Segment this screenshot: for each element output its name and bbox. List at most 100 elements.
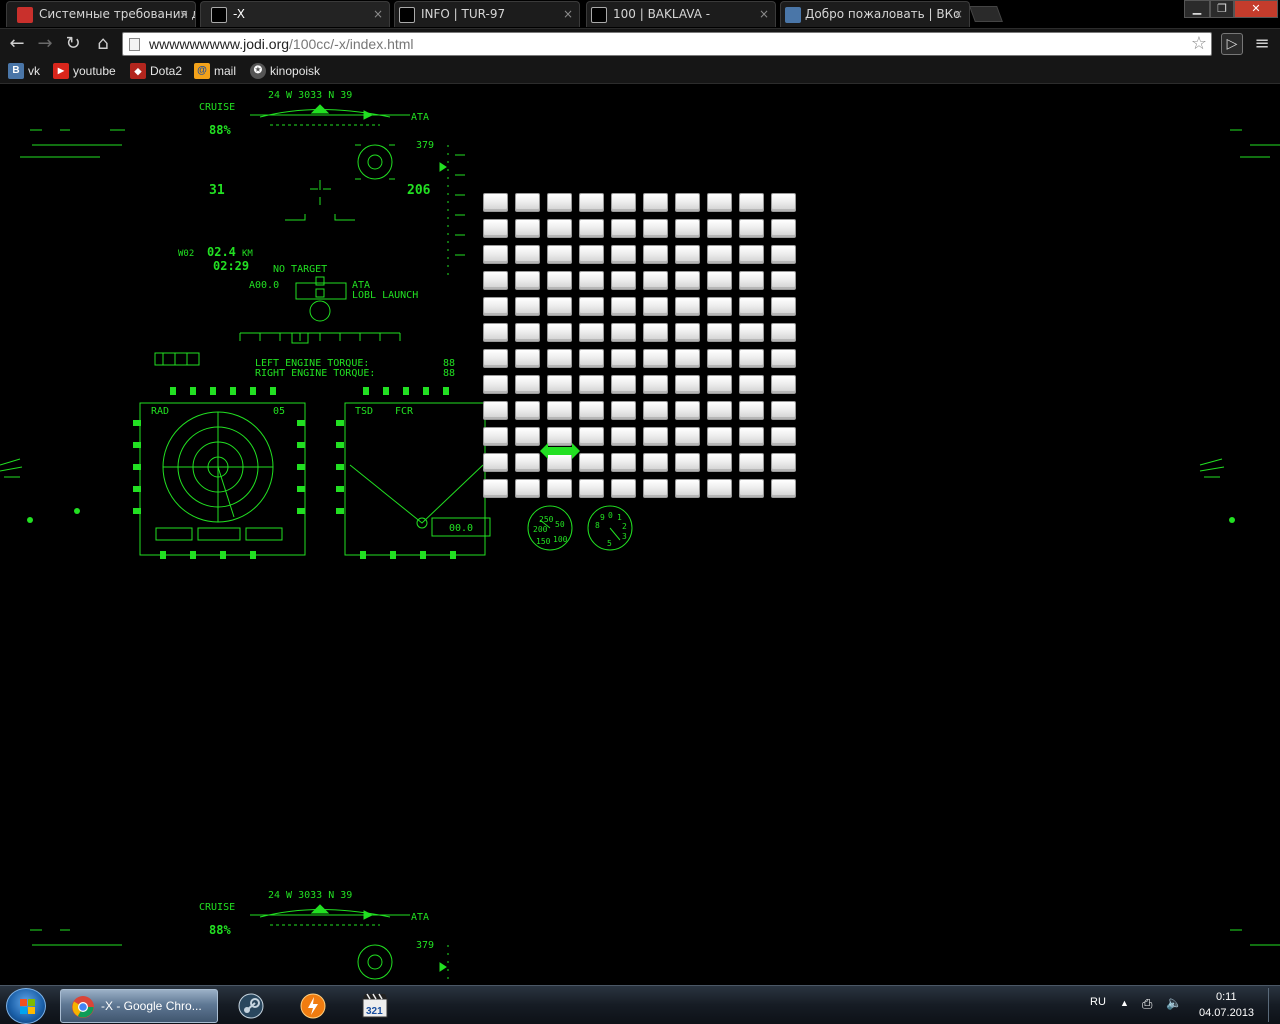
grid-button[interactable] <box>675 349 700 368</box>
grid-button[interactable] <box>707 479 732 498</box>
grid-button[interactable] <box>483 401 508 420</box>
grid-button[interactable] <box>643 219 668 238</box>
grid-button[interactable] <box>579 193 604 212</box>
show-hidden-icons-icon[interactable]: ▲ <box>1120 998 1129 1008</box>
grid-button[interactable] <box>643 453 668 472</box>
grid-button[interactable] <box>547 193 572 212</box>
tab-close-icon[interactable]: × <box>563 2 573 26</box>
grid-button[interactable] <box>611 245 636 264</box>
reload-icon[interactable]: ↻ <box>62 33 84 55</box>
grid-button[interactable] <box>675 245 700 264</box>
clock-date[interactable]: 04.07.2013 <box>1199 1007 1254 1019</box>
grid-button[interactable] <box>643 479 668 498</box>
maximize-button[interactable]: ❐ <box>1210 0 1234 18</box>
language-indicator[interactable]: RU <box>1090 996 1106 1008</box>
grid-button[interactable] <box>643 193 668 212</box>
grid-button[interactable] <box>643 271 668 290</box>
bookmark-dota2[interactable]: ◆ Dota2 <box>130 62 182 80</box>
address-bar[interactable]: wwwwwwwww.jodi.org/100cc/-x/index.html ☆ <box>122 32 1212 56</box>
grid-button[interactable] <box>771 271 796 290</box>
grid-button[interactable] <box>739 349 764 368</box>
clock-time[interactable]: 0:11 <box>1216 991 1237 1003</box>
new-tab-button[interactable] <box>969 6 1003 22</box>
home-icon[interactable]: ⌂ <box>92 33 114 55</box>
bookmark-kinopoisk[interactable]: ✪ kinopoisk <box>250 62 320 80</box>
start-button[interactable] <box>6 988 46 1024</box>
taskbar-media-player[interactable]: 321 <box>350 989 400 1023</box>
grid-button[interactable] <box>579 297 604 316</box>
grid-button[interactable] <box>483 245 508 264</box>
grid-button[interactable] <box>547 401 572 420</box>
tab-baklava[interactable]: 100 | BAKLAVA - × <box>586 1 776 27</box>
grid-button[interactable] <box>515 297 540 316</box>
grid-button[interactable] <box>547 271 572 290</box>
tab-close-icon[interactable]: × <box>373 2 383 26</box>
grid-button[interactable] <box>771 219 796 238</box>
grid-button[interactable] <box>771 479 796 498</box>
grid-button[interactable] <box>579 401 604 420</box>
grid-button[interactable] <box>611 401 636 420</box>
grid-button[interactable] <box>579 219 604 238</box>
grid-button[interactable] <box>515 375 540 394</box>
grid-button[interactable] <box>547 245 572 264</box>
grid-button[interactable] <box>483 219 508 238</box>
grid-button[interactable] <box>483 271 508 290</box>
grid-button[interactable] <box>675 479 700 498</box>
grid-button[interactable] <box>771 427 796 446</box>
tab-close-icon[interactable]: × <box>953 2 963 26</box>
grid-button[interactable] <box>611 479 636 498</box>
grid-button[interactable] <box>611 375 636 394</box>
grid-button[interactable] <box>579 479 604 498</box>
grid-button[interactable] <box>579 453 604 472</box>
grid-button[interactable] <box>739 375 764 394</box>
tab-vk[interactable]: Добро пожаловать | ВКо × <box>780 1 970 27</box>
grid-button[interactable] <box>707 401 732 420</box>
grid-button[interactable] <box>675 271 700 290</box>
extension-icon[interactable]: ▷ <box>1221 33 1243 55</box>
grid-button[interactable] <box>707 219 732 238</box>
grid-button[interactable] <box>547 375 572 394</box>
grid-button[interactable] <box>515 349 540 368</box>
bookmark-star-icon[interactable]: ☆ <box>1191 33 1207 54</box>
grid-button[interactable] <box>707 427 732 446</box>
grid-button[interactable] <box>739 479 764 498</box>
grid-button[interactable] <box>771 401 796 420</box>
grid-button[interactable] <box>675 453 700 472</box>
tab-info-tur97[interactable]: INFO | TUR-97 × <box>394 1 580 27</box>
grid-button[interactable] <box>771 453 796 472</box>
grid-button[interactable] <box>643 401 668 420</box>
grid-button[interactable] <box>643 245 668 264</box>
grid-button[interactable] <box>771 245 796 264</box>
grid-button[interactable] <box>547 323 572 342</box>
grid-button[interactable] <box>611 297 636 316</box>
grid-button[interactable] <box>707 297 732 316</box>
tab-close-icon[interactable]: × <box>759 2 769 26</box>
grid-button[interactable] <box>611 271 636 290</box>
bookmark-vk[interactable]: B vk <box>8 62 40 80</box>
url-text[interactable]: wwwwwwwww.jodi.org/100cc/-x/index.html <box>149 36 414 52</box>
grid-button[interactable] <box>579 323 604 342</box>
grid-button[interactable] <box>547 479 572 498</box>
grid-button[interactable] <box>483 297 508 316</box>
grid-button[interactable] <box>643 297 668 316</box>
grid-button[interactable] <box>547 349 572 368</box>
tab-close-icon[interactable]: × <box>179 2 189 26</box>
bookmark-mail[interactable]: @ mail <box>194 62 236 80</box>
grid-button[interactable] <box>739 297 764 316</box>
grid-button[interactable] <box>611 453 636 472</box>
grid-button[interactable] <box>483 453 508 472</box>
grid-button[interactable] <box>579 375 604 394</box>
grid-button[interactable] <box>643 427 668 446</box>
grid-button[interactable] <box>515 245 540 264</box>
back-icon[interactable]: ← <box>6 33 28 55</box>
grid-button[interactable] <box>483 193 508 212</box>
grid-button[interactable] <box>771 349 796 368</box>
volume-icon[interactable]: 🔈 <box>1166 995 1182 1011</box>
grid-button[interactable] <box>611 219 636 238</box>
grid-button[interactable] <box>675 401 700 420</box>
grid-button[interactable] <box>739 271 764 290</box>
grid-button[interactable] <box>675 193 700 212</box>
grid-button[interactable] <box>707 245 732 264</box>
grid-button[interactable] <box>739 219 764 238</box>
show-desktop-button[interactable] <box>1268 988 1278 1022</box>
